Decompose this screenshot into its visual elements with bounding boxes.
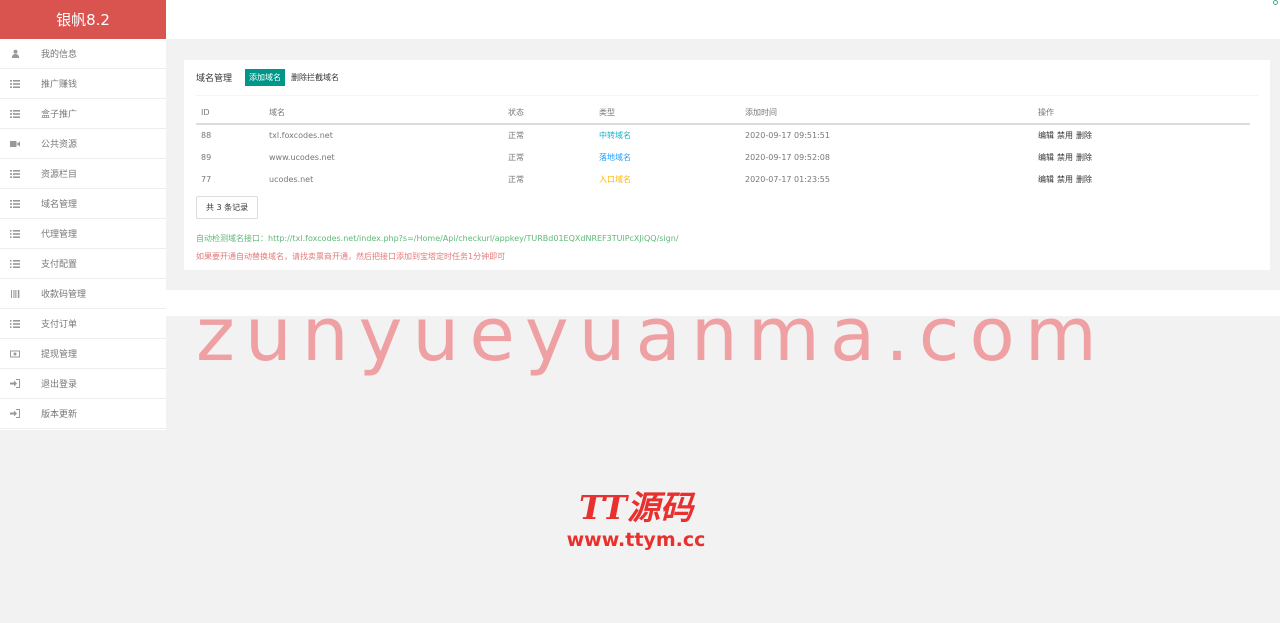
user-icon (10, 49, 20, 59)
cell-type: 中转域名 (599, 131, 631, 140)
column-header-type: 类型 (594, 102, 740, 125)
column-header-time: 添加时间 (740, 102, 1033, 125)
watermark-logo-url: www.ttym.cc (566, 529, 706, 551)
list-icon (10, 199, 20, 209)
sign-in-icon (10, 409, 20, 419)
sidebar-item-logout[interactable]: 退出登录 (0, 369, 166, 399)
cell-type: 落地域名 (599, 152, 631, 162)
cell-status: 正常 (508, 152, 524, 162)
sidebar-item-qrcode-management[interactable]: 收款码管理 (0, 279, 166, 309)
top-header (166, 0, 1280, 39)
add-domain-button[interactable]: 添加域名 (245, 69, 286, 86)
column-header-status: 状态 (503, 102, 594, 125)
watermark-logo-name: TT源码 (579, 488, 693, 527)
delete-link[interactable]: 删除 (1076, 131, 1092, 140)
sidebar-item-label: 我的信息 (41, 50, 78, 60)
cell-status: 正常 (508, 131, 524, 140)
watermark-logo: TT源码 www.ttym.cc (561, 490, 711, 552)
domain-management-card: 域名管理 添加域名 删除拦截域名 ID 域名 状态 类型 添加时间 操作 88 … (184, 60, 1270, 270)
column-header-actions: 操作 (1033, 102, 1250, 125)
list-ol-icon (10, 319, 20, 329)
cell-type: 入口域名 (599, 174, 631, 184)
table-row: 89 www.ucodes.net 正常 落地域名 2020-09-17 09:… (196, 146, 1250, 168)
sidebar-item-label: 支付配置 (41, 260, 78, 270)
sidebar-item-payment-config[interactable]: 支付配置 (0, 249, 166, 279)
sidebar-item-domain-management[interactable]: 域名管理 (0, 189, 166, 219)
video-icon (10, 139, 20, 149)
sidebar-item-label: 代理管理 (41, 230, 78, 240)
column-header-domain: 域名 (264, 102, 503, 125)
sidebar: 银帆8.2 我的信息 推广赚钱 盒子推广 公共资源 资源栏目 域名管理 代理管理… (0, 0, 166, 430)
disable-link[interactable]: 禁用 (1057, 131, 1073, 140)
table-header-row: ID 域名 状态 类型 添加时间 操作 (196, 102, 1250, 125)
sidebar-item-label: 资源栏目 (41, 170, 78, 180)
auto-replace-tip: 如果要开通自动替换域名，请找卖票商开通，然后把接口添加到宝塔定时任务1分钟即可 (196, 252, 506, 261)
sign-in-icon (10, 379, 20, 389)
page-title: 域名管理 (196, 74, 233, 84)
sidebar-item-agent-management[interactable]: 代理管理 (0, 219, 166, 249)
cell-id: 88 (201, 131, 212, 140)
barcode-icon (10, 289, 20, 299)
auto-check-api-note: 自动检测域名接口：http://txl.foxcodes.net/index.p… (196, 234, 679, 243)
sidebar-item-label: 推广赚钱 (41, 80, 78, 90)
sidebar-item-public-resources[interactable]: 公共资源 (0, 129, 166, 159)
sidebar-item-payment-orders[interactable]: 支付订单 (0, 309, 166, 339)
column-header-id: ID (196, 102, 264, 125)
list-ol-icon (10, 229, 20, 239)
cell-time: 2020-09-17 09:52:08 (745, 152, 830, 162)
sidebar-item-label: 退出登录 (41, 380, 78, 390)
cell-domain: ucodes.net (269, 174, 314, 184)
sidebar-item-promote[interactable]: 推广赚钱 (0, 69, 166, 99)
delete-link[interactable]: 删除 (1076, 175, 1092, 184)
edit-link[interactable]: 编辑 (1038, 153, 1054, 162)
brand-logo[interactable]: 银帆8.2 (0, 0, 166, 39)
settings-icon[interactable] (1273, 0, 1278, 5)
sidebar-item-label: 公共资源 (41, 140, 78, 150)
cell-domain: txl.foxcodes.net (269, 131, 333, 140)
sidebar-item-version-update[interactable]: 版本更新 (0, 399, 166, 429)
sidebar-item-resource-columns[interactable]: 资源栏目 (0, 159, 166, 189)
sidebar-item-label: 支付订单 (41, 320, 78, 330)
edit-link[interactable]: 编辑 (1038, 131, 1054, 140)
list-icon (10, 79, 20, 89)
table-row: 77 ucodes.net 正常 入口域名 2020-07-17 01:23:5… (196, 168, 1250, 190)
disable-link[interactable]: 禁用 (1057, 153, 1073, 162)
watermark-text: zunyueyuanma.com (196, 292, 1107, 378)
list-ol-icon (10, 259, 20, 269)
card-body: 域名管理 添加域名 删除拦截域名 ID 域名 状态 类型 添加时间 操作 88 … (196, 60, 1258, 262)
cell-time: 2020-09-17 09:51:51 (745, 131, 830, 140)
edit-link[interactable]: 编辑 (1038, 175, 1054, 184)
delete-blocked-domain-button[interactable]: 删除拦截域名 (291, 72, 339, 83)
sidebar-item-label: 提现管理 (41, 350, 78, 360)
cell-time: 2020-07-17 01:23:55 (745, 174, 830, 184)
cell-actions: 编辑 禁用 删除 (1033, 168, 1250, 190)
cell-id: 77 (201, 174, 212, 184)
sidebar-item-label: 盒子推广 (41, 110, 78, 120)
table-row: 88 txl.foxcodes.net 正常 中转域名 2020-09-17 0… (196, 124, 1250, 146)
sidebar-item-my-info[interactable]: 我的信息 (0, 39, 166, 69)
sidebar-item-label: 域名管理 (41, 200, 78, 210)
money-icon (10, 349, 20, 359)
cell-id: 89 (201, 152, 212, 162)
card-header: 域名管理 添加域名 删除拦截域名 (196, 60, 1258, 96)
cell-domain: www.ucodes.net (269, 152, 335, 162)
delete-link[interactable]: 删除 (1076, 153, 1092, 162)
list-icon (10, 109, 20, 119)
sidebar-item-box-promote[interactable]: 盒子推广 (0, 99, 166, 129)
cell-actions: 编辑 禁用 删除 (1033, 146, 1250, 168)
list-icon (10, 169, 20, 179)
record-count: 共 3 条记录 (196, 196, 259, 219)
sidebar-item-withdrawal-management[interactable]: 提现管理 (0, 339, 166, 369)
sidebar-item-label: 收款码管理 (41, 290, 87, 300)
disable-link[interactable]: 禁用 (1057, 175, 1073, 184)
domain-table: ID 域名 状态 类型 添加时间 操作 88 txl.foxcodes.net … (196, 102, 1250, 190)
cell-status: 正常 (508, 174, 524, 184)
cell-actions: 编辑 禁用 删除 (1033, 124, 1250, 146)
sidebar-item-label: 版本更新 (41, 410, 78, 420)
